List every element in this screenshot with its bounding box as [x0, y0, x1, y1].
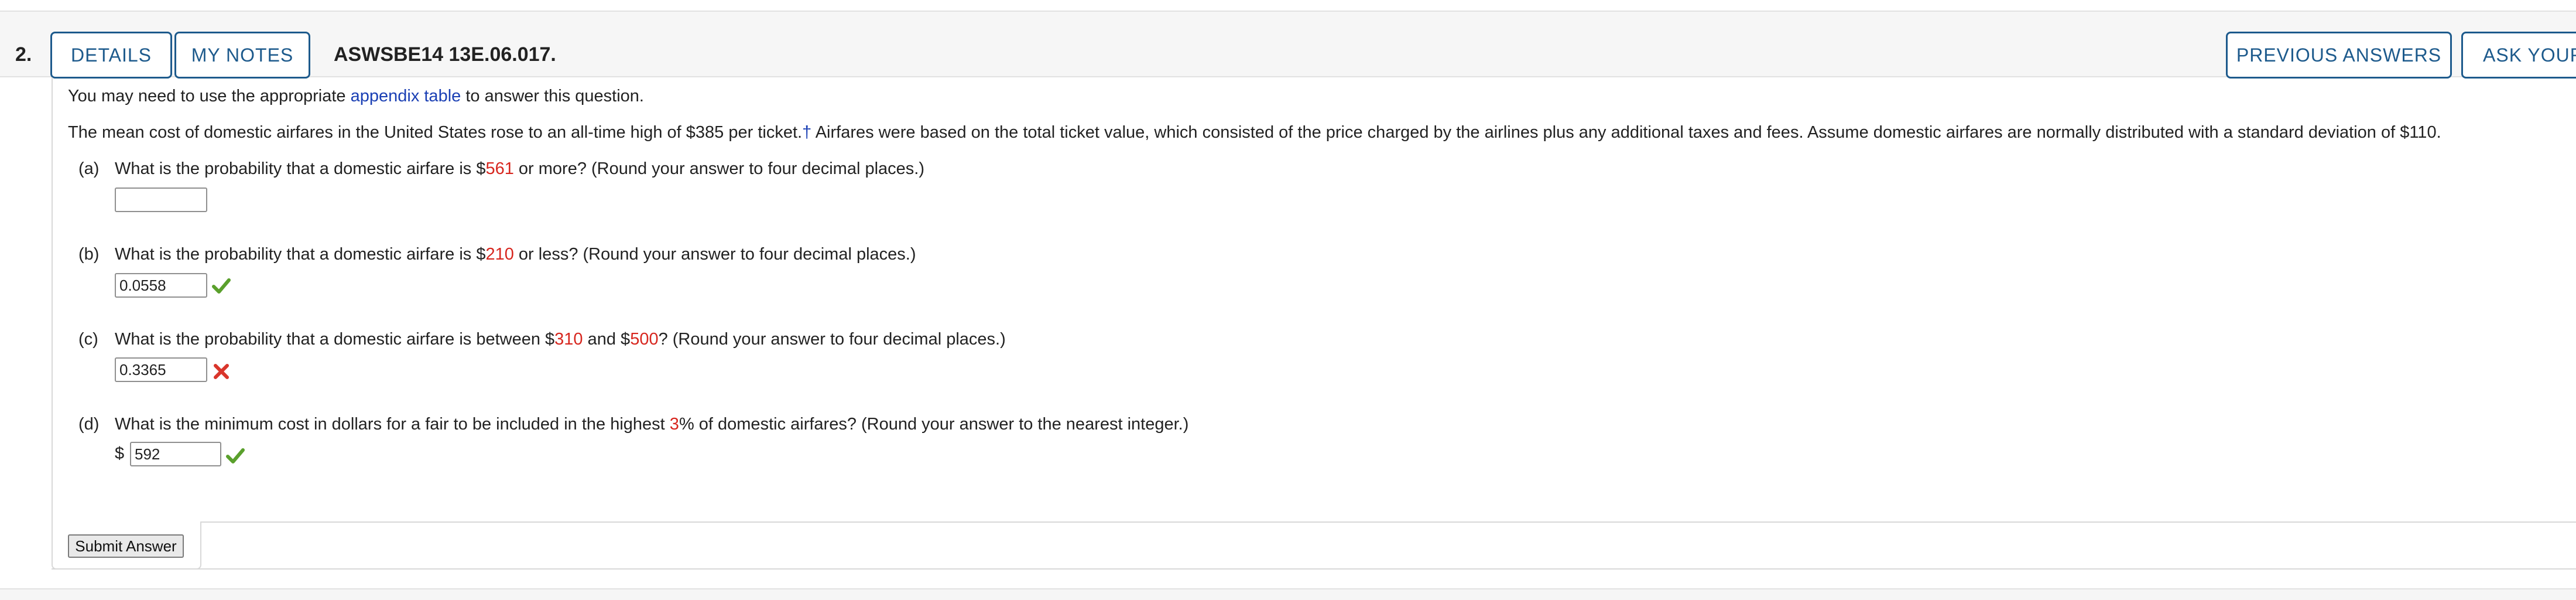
part-b-pre: What is the probability that a domestic … — [115, 245, 486, 264]
part-c-value1: 310 — [554, 330, 583, 349]
intro-after: to answer this question. — [461, 87, 644, 105]
part-c-mid: and $ — [583, 330, 631, 349]
stem-part2: Airfares were based on the total ticket … — [811, 123, 2441, 142]
x-icon — [214, 364, 229, 379]
part-c-label: (c) — [78, 330, 98, 349]
stem-part1: The mean cost of domestic airfares in th… — [68, 123, 803, 142]
question-panel — [52, 77, 2576, 570]
intro-before: You may need to use the appropriate — [68, 87, 351, 105]
part-a-question: What is the probability that a domestic … — [115, 159, 924, 179]
part-b-post: or less? (Round your answer to four deci… — [513, 245, 916, 264]
details-button[interactable]: DETAILS — [50, 32, 172, 79]
part-c-pre: What is the probability that a domestic … — [115, 330, 555, 349]
part-c-question: What is the probability that a domestic … — [115, 330, 1006, 349]
part-a-pre: What is the probability that a domestic … — [115, 159, 486, 178]
intro-text: You may need to use the appropriate appe… — [68, 87, 644, 106]
part-b-label: (b) — [78, 245, 100, 264]
check-icon — [226, 448, 245, 463]
part-a-post: or more? (Round your answer to four deci… — [513, 159, 924, 178]
part-d-value: 3 — [669, 415, 679, 434]
previous-answers-button[interactable]: PREVIOUS ANSWERS — [2226, 32, 2452, 79]
part-a-answer-input[interactable] — [115, 188, 207, 212]
part-b-answer-input[interactable] — [115, 273, 207, 298]
part-d-question: What is the minimum cost in dollars for … — [115, 415, 1188, 434]
part-b-question: What is the probability that a domestic … — [115, 245, 916, 264]
appendix-table-link[interactable]: appendix table — [351, 87, 461, 105]
part-a-value: 561 — [485, 159, 514, 178]
my-notes-button[interactable]: MY NOTES — [174, 32, 310, 79]
part-b-value: 210 — [485, 245, 514, 264]
next-question-strip — [0, 588, 2576, 600]
check-icon — [212, 278, 231, 294]
question-header: 2. DETAILS MY NOTES ASWSBE14 13E.06.017.… — [0, 11, 2576, 79]
part-c-answer-input[interactable] — [115, 357, 207, 382]
part-d-currency: $ — [115, 444, 125, 463]
question-stem: The mean cost of domestic airfares in th… — [68, 123, 2441, 142]
part-a-label: (a) — [78, 159, 100, 178]
ask-your-teacher-button[interactable]: ASK YOUR — [2461, 32, 2576, 79]
submit-answer-button[interactable]: Submit Answer — [68, 534, 184, 558]
question-page: 2. DETAILS MY NOTES ASWSBE14 13E.06.017.… — [0, 0, 2576, 600]
question-number: 2. — [15, 43, 32, 66]
question-id: ASWSBE14 13E.06.017. — [334, 43, 556, 66]
part-d-answer-input[interactable] — [130, 442, 221, 466]
part-d-label: (d) — [78, 415, 100, 434]
part-c-post: ? (Round your answer to four decimal pla… — [658, 330, 1006, 349]
submit-divider — [201, 521, 2576, 523]
footnote-dagger-link[interactable]: † — [802, 123, 811, 142]
part-c-value2: 500 — [630, 330, 659, 349]
part-d-pre: What is the minimum cost in dollars for … — [115, 415, 670, 434]
part-d-post: % of domestic airfares? (Round your answ… — [679, 415, 1189, 434]
